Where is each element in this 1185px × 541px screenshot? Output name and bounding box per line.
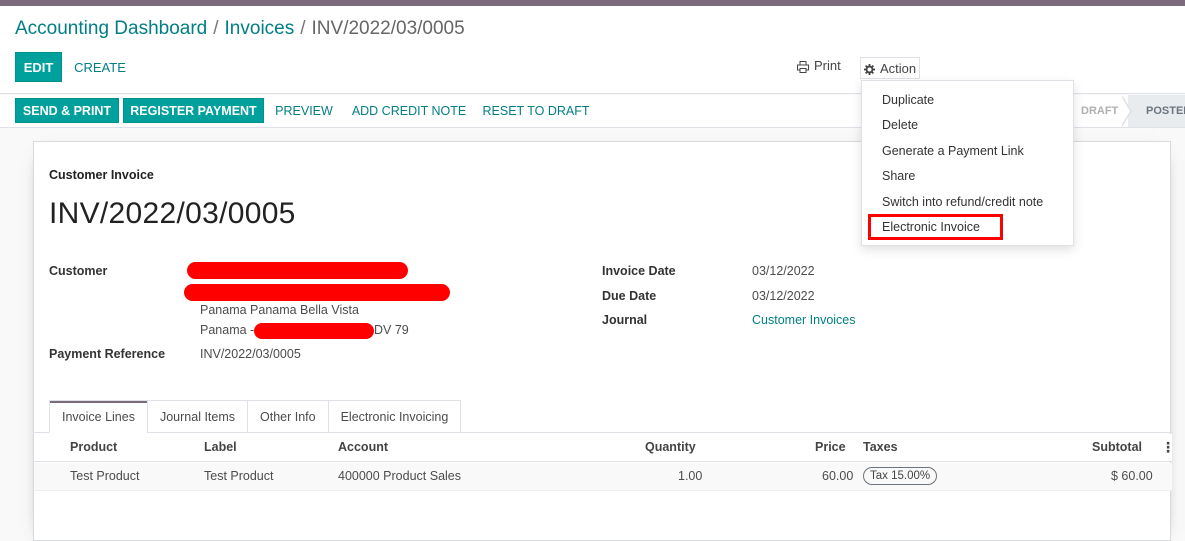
column-product[interactable]: Product xyxy=(70,440,117,454)
invoice-number-title: INV/2022/03/0005 xyxy=(49,197,296,230)
due-date-value: 03/12/2022 xyxy=(752,289,815,303)
print-button[interactable]: Print xyxy=(797,58,841,73)
tab-journal-items[interactable]: Journal Items xyxy=(146,400,248,433)
tab-invoice-lines[interactable]: Invoice Lines xyxy=(49,400,148,433)
electronic-invoice-highlight xyxy=(868,214,1003,240)
menu-item-generate-payment-link[interactable]: Generate a Payment Link xyxy=(882,144,1024,158)
edit-button[interactable]: EDIT xyxy=(15,52,62,82)
row-subtotal: $ 60.00 xyxy=(1111,469,1153,483)
due-date-label: Due Date xyxy=(602,289,657,303)
menu-item-duplicate[interactable]: Duplicate xyxy=(882,93,934,107)
stage-arrow-inner xyxy=(1121,96,1130,126)
column-label[interactable]: Label xyxy=(204,440,237,454)
add-credit-note-button[interactable]: ADD CREDIT NOTE xyxy=(352,98,466,123)
row-account: 400000 Product Sales xyxy=(338,469,462,483)
row-label: Test Product xyxy=(204,469,274,483)
column-quantity[interactable]: Quantity xyxy=(645,440,696,454)
row-price: 60.00 xyxy=(822,469,854,483)
breadcrumb-invoices[interactable]: Invoices xyxy=(225,18,295,39)
customer-address-line-2-prefix: Panama - xyxy=(200,323,255,337)
gear-icon xyxy=(864,61,875,76)
stage-posted: POSTED xyxy=(1128,95,1185,127)
breadcrumb-separator: / xyxy=(300,18,306,39)
notebook-tabs: Invoice Lines Journal Items Other Info E… xyxy=(49,400,462,433)
payment-reference-value: INV/2022/03/0005 xyxy=(200,347,301,361)
journal-label: Journal xyxy=(602,313,648,327)
optional-columns-icon[interactable]: ⋮ xyxy=(1161,439,1175,456)
document-type-label: Customer Invoice xyxy=(49,168,154,182)
journal-link[interactable]: Customer Invoices xyxy=(752,313,856,327)
menu-item-delete[interactable]: Delete xyxy=(882,118,918,132)
menu-item-switch-refund[interactable]: Switch into refund/credit note xyxy=(882,195,1043,209)
column-subtotal[interactable]: Subtotal xyxy=(1092,440,1142,454)
row-product: Test Product xyxy=(70,469,140,483)
column-account[interactable]: Account xyxy=(338,440,388,454)
reset-to-draft-button[interactable]: RESET TO DRAFT xyxy=(483,98,590,123)
breadcrumb: Accounting Dashboard / Invoices / INV/2022/0… xyxy=(15,18,465,40)
breadcrumb-current: INV/2022/03/0005 xyxy=(311,18,465,39)
tab-other-info[interactable]: Other Info xyxy=(247,400,329,433)
redacted-customer-street xyxy=(184,284,450,301)
breadcrumb-separator: / xyxy=(213,18,219,39)
send-print-button[interactable]: SEND & PRINT xyxy=(15,98,119,123)
customer-address-line-2-suffix: DV 79 xyxy=(374,323,409,337)
column-taxes[interactable]: Taxes xyxy=(863,440,898,454)
redacted-customer-zip xyxy=(254,323,374,339)
row-tax-badge: Tax 15.00% xyxy=(863,467,938,485)
invoice-lines-header: Product Label Account Quantity Price Tax… xyxy=(34,434,1175,462)
create-button[interactable]: CREATE xyxy=(68,52,132,82)
payment-reference-label: Payment Reference xyxy=(49,347,166,361)
action-button[interactable]: Action xyxy=(860,57,921,79)
invoice-date-label: Invoice Date xyxy=(602,264,676,278)
redacted-customer-name xyxy=(187,262,408,279)
table-row[interactable]: Test Product Test Product 400000 Product… xyxy=(34,463,1172,491)
action-label: Action xyxy=(880,60,917,76)
printer-icon xyxy=(797,58,809,73)
breadcrumb-accounting-dashboard[interactable]: Accounting Dashboard xyxy=(15,18,207,39)
menu-item-share[interactable]: Share xyxy=(882,169,915,183)
customer-label: Customer xyxy=(49,264,108,278)
invoice-date-value: 03/12/2022 xyxy=(752,264,815,278)
customer-address-line-1: Panama Panama Bella Vista xyxy=(200,303,359,317)
register-payment-button[interactable]: REGISTER PAYMENT xyxy=(123,98,264,123)
print-label: Print xyxy=(814,58,841,73)
tab-electronic-invoicing[interactable]: Electronic Invoicing xyxy=(327,400,462,433)
preview-button[interactable]: PREVIEW xyxy=(275,98,333,123)
row-quantity: 1.00 xyxy=(678,469,703,483)
column-price[interactable]: Price xyxy=(815,440,846,454)
